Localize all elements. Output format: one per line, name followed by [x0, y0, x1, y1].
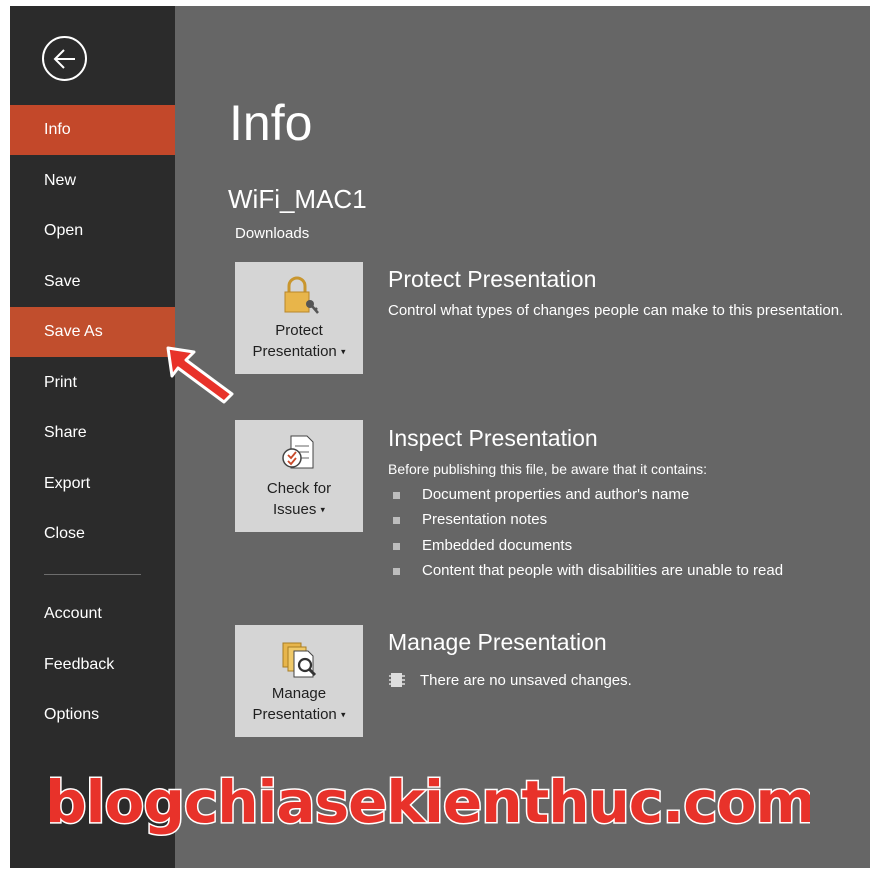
inspect-bullet: Embedded documents: [393, 537, 572, 554]
back-arrow-icon: [53, 49, 75, 69]
bullet-square-icon: [393, 542, 400, 550]
sidebar-item-export[interactable]: Export: [10, 459, 175, 509]
dropdown-caret-icon: ▾: [320, 504, 326, 515]
inspect-section-title: Inspect Presentation: [388, 425, 598, 451]
manage-tile-line2: Presentation: [252, 706, 337, 723]
manage-section-title: Manage Presentation: [388, 629, 607, 655]
inspect-tile-line1: Check for: [266, 480, 332, 497]
dropdown-caret-icon: ▾: [340, 346, 346, 357]
manage-tile-line1: Manage: [271, 685, 327, 702]
inspect-section-description: Before publishing this file, be aware th…: [388, 461, 708, 477]
inspect-bullet: Presentation notes: [393, 511, 547, 528]
sidebar-item-save-as[interactable]: Save As: [10, 307, 175, 357]
info-panel: Info WiFi_MAC1 Downloads Protect Present…: [175, 6, 870, 868]
inspect-bullet-text: Content that people with disabilities ar…: [422, 562, 784, 579]
sidebar-item-open[interactable]: Open: [10, 206, 175, 256]
backstage-window: Info New Open Save Save As Print Share E…: [10, 6, 870, 868]
manage-status-text: There are no unsaved changes.: [420, 672, 632, 689]
inspect-tile-label: Check for Issues ▾: [235, 478, 363, 521]
back-button[interactable]: [42, 36, 87, 81]
dropdown-caret-icon: ▾: [340, 709, 346, 720]
sidebar-item-options[interactable]: Options: [10, 690, 175, 740]
manage-presentation-button[interactable]: Manage Presentation ▾: [235, 625, 363, 737]
bullet-square-icon: [393, 516, 400, 524]
check-for-issues-button[interactable]: Check for Issues ▾: [235, 420, 363, 532]
inspect-bullet-text: Embedded documents: [422, 537, 573, 554]
inspect-bullet: Document properties and author's name: [393, 486, 689, 503]
inspect-tile-line2: Issues: [272, 501, 317, 518]
inspect-bullet-text: Document properties and author's name: [422, 486, 690, 503]
sidebar-item-print[interactable]: Print: [10, 358, 175, 408]
sidebar-item-share[interactable]: Share: [10, 408, 175, 458]
sidebar-item-close[interactable]: Close: [10, 509, 175, 559]
lock-key-icon: [284, 276, 319, 314]
file-name: WiFi_MAC1: [228, 184, 367, 214]
bullet-square-icon: [393, 491, 400, 499]
bullet-square-icon: [393, 567, 400, 575]
annotation-arrow-icon: [166, 346, 234, 404]
sidebar-item-info[interactable]: Info: [10, 105, 175, 155]
sidebar-item-save[interactable]: Save: [10, 257, 175, 307]
sidebar-item-account[interactable]: Account: [10, 589, 175, 639]
backstage-sidebar: Info New Open Save Save As Print Share E…: [10, 6, 175, 868]
inspect-bullet: Content that people with disabilities ar…: [393, 562, 783, 579]
document-status-icon: [389, 673, 405, 687]
protect-section-title: Protect Presentation: [388, 266, 597, 292]
protect-tile-line1: Protect: [275, 322, 323, 339]
protect-tile-line2: Presentation: [252, 343, 337, 360]
protect-presentation-button[interactable]: Protect Presentation ▾: [235, 262, 363, 374]
inspect-document-icon: [282, 435, 314, 469]
manage-versions-icon: [282, 642, 317, 678]
page-title: Info: [229, 95, 313, 151]
sidebar-item-new[interactable]: New: [10, 156, 175, 206]
sidebar-item-feedback[interactable]: Feedback: [10, 640, 175, 690]
protect-tile-label: Protect Presentation ▾: [235, 320, 363, 363]
manage-status: There are no unsaved changes.: [388, 672, 632, 689]
file-location-link[interactable]: Downloads: [235, 225, 309, 242]
sidebar-divider: [44, 574, 141, 575]
protect-section-description: Control what types of changes people can…: [388, 302, 844, 319]
inspect-bullet-text: Presentation notes: [422, 511, 548, 528]
manage-tile-label: Manage Presentation ▾: [235, 683, 363, 726]
